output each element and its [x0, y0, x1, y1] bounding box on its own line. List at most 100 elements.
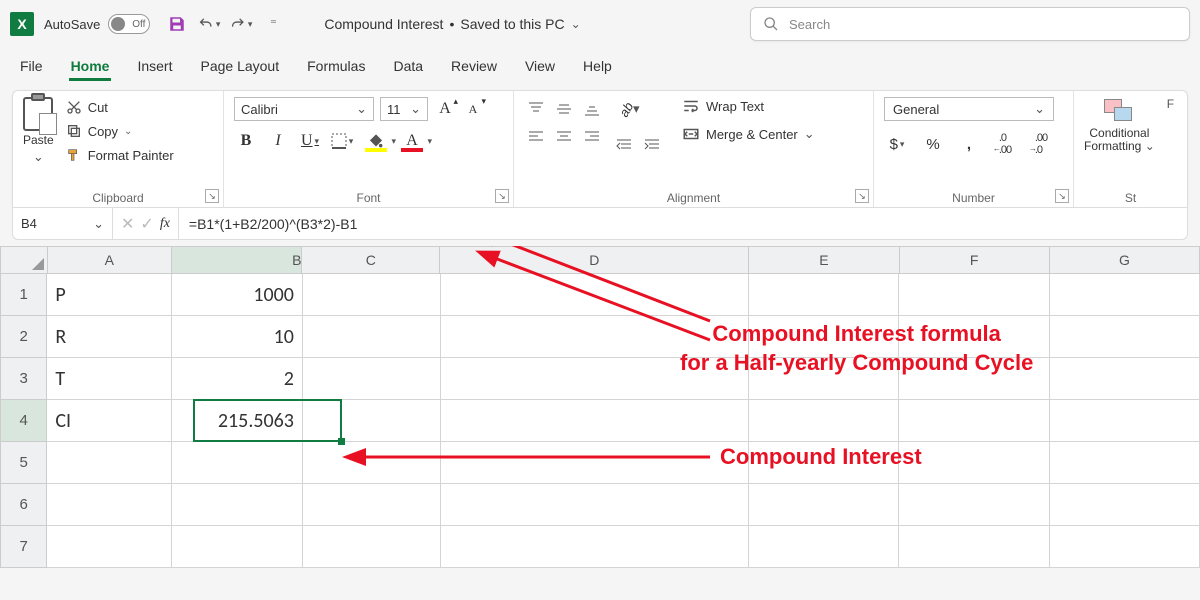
cell-A7[interactable] [47, 526, 171, 568]
cell-A2[interactable]: R [47, 316, 171, 358]
italic-button[interactable]: I [266, 129, 290, 153]
number-launcher[interactable]: ↘ [1055, 189, 1069, 203]
cell-D3[interactable] [441, 358, 748, 400]
font-name-dropdown[interactable]: Calibri⌄ [234, 97, 374, 121]
tab-view[interactable]: View [523, 52, 557, 84]
cell-F1[interactable] [899, 274, 1049, 316]
fill-color-button[interactable]: ▾ [362, 129, 390, 153]
row-header-3[interactable]: 3 [0, 358, 47, 400]
align-center-button[interactable] [552, 125, 576, 149]
cell-D2[interactable] [441, 316, 748, 358]
decrease-indent-button[interactable] [612, 133, 636, 157]
cell-G1[interactable] [1050, 274, 1200, 316]
cell-F7[interactable] [899, 526, 1049, 568]
select-all-corner[interactable] [0, 246, 48, 274]
format-painter-button[interactable]: Format Painter [62, 145, 178, 165]
cut-button[interactable]: Cut [62, 97, 178, 117]
paste-button[interactable]: Paste ⌄ [23, 97, 54, 165]
cell-C2[interactable] [303, 316, 441, 358]
cell-B1[interactable]: 1000 [172, 274, 303, 316]
cell-A1[interactable]: P [47, 274, 171, 316]
align-top-button[interactable] [524, 97, 548, 121]
cell-F2[interactable] [899, 316, 1049, 358]
underline-button[interactable]: U▾ [298, 129, 322, 153]
cell-A4[interactable]: CI [47, 400, 171, 442]
autosave-control[interactable]: AutoSave Off [44, 14, 150, 34]
col-header-F[interactable]: F [900, 246, 1050, 274]
qat-customize-button[interactable]: ⁼ [262, 13, 284, 35]
decrease-font-button[interactable]: A [462, 98, 484, 120]
cell-B6[interactable] [172, 484, 303, 526]
cell-D7[interactable] [441, 526, 748, 568]
redo-button[interactable]: ▾ [230, 13, 252, 35]
search-input[interactable]: Search [750, 7, 1190, 41]
comma-button[interactable]: , [956, 131, 982, 157]
tab-data[interactable]: Data [391, 52, 425, 84]
align-bottom-button[interactable] [580, 97, 604, 121]
col-header-A[interactable]: A [48, 246, 172, 274]
alignment-launcher[interactable]: ↘ [855, 189, 869, 203]
row-header-7[interactable]: 7 [0, 526, 47, 568]
col-header-C[interactable]: C [302, 246, 440, 274]
cell-A3[interactable]: T [47, 358, 171, 400]
cell-G4[interactable] [1050, 400, 1200, 442]
fill-handle[interactable] [338, 438, 345, 445]
tab-insert[interactable]: Insert [135, 52, 174, 84]
tab-home[interactable]: Home [69, 52, 112, 84]
cell-E4[interactable] [749, 400, 899, 442]
insert-function-button[interactable]: fx [160, 216, 170, 232]
font-size-dropdown[interactable]: 11⌄ [380, 97, 428, 121]
tab-page-layout[interactable]: Page Layout [198, 52, 281, 84]
cell-F3[interactable] [899, 358, 1049, 400]
font-launcher[interactable]: ↘ [495, 189, 509, 203]
document-title[interactable]: Compound Interest • Saved to this PC ⌄ [324, 16, 580, 32]
cell-F5[interactable] [899, 442, 1049, 484]
col-header-E[interactable]: E [749, 246, 899, 274]
conditional-formatting-button[interactable]: Conditional Formatting ⌄ [1084, 97, 1155, 153]
cell-E1[interactable] [749, 274, 899, 316]
tab-review[interactable]: Review [449, 52, 499, 84]
col-header-G[interactable]: G [1050, 246, 1200, 274]
undo-button[interactable]: ▾ [198, 13, 220, 35]
cell-C7[interactable] [303, 526, 441, 568]
wrap-text-button[interactable]: Wrap Text [682, 97, 815, 115]
tab-formulas[interactable]: Formulas [305, 52, 367, 84]
row-header-1[interactable]: 1 [0, 274, 47, 316]
merge-center-button[interactable]: Merge & Center⌄ [682, 125, 815, 143]
cell-E7[interactable] [749, 526, 899, 568]
clipboard-launcher[interactable]: ↘ [205, 189, 219, 203]
worksheet-grid[interactable]: A B C D E F G 1 P 1000 2 R 10 3 T 2 4 CI… [0, 246, 1200, 568]
cell-B7[interactable] [172, 526, 303, 568]
font-color-button[interactable]: A▾ [398, 129, 426, 153]
align-left-button[interactable] [524, 125, 548, 149]
cell-D1[interactable] [441, 274, 748, 316]
cell-B2[interactable]: 10 [172, 316, 303, 358]
name-box[interactable]: B4⌄ [13, 208, 113, 239]
decrease-decimal-button[interactable]: .00→.0 [1028, 131, 1054, 157]
cell-G5[interactable] [1050, 442, 1200, 484]
row-header-5[interactable]: 5 [0, 442, 47, 484]
row-header-4[interactable]: 4 [0, 400, 47, 442]
percent-button[interactable]: % [920, 131, 946, 157]
cell-G7[interactable] [1050, 526, 1200, 568]
save-button[interactable] [166, 13, 188, 35]
increase-font-button[interactable]: A [434, 98, 456, 120]
cell-F4[interactable] [899, 400, 1049, 442]
cell-D5[interactable] [441, 442, 748, 484]
cell-E3[interactable] [749, 358, 899, 400]
increase-indent-button[interactable] [640, 133, 664, 157]
cell-A5[interactable] [47, 442, 171, 484]
cell-F6[interactable] [899, 484, 1049, 526]
cell-B3[interactable]: 2 [172, 358, 303, 400]
cancel-formula-button[interactable]: ✕ [121, 214, 134, 234]
tab-help[interactable]: Help [581, 52, 614, 84]
row-header-6[interactable]: 6 [0, 484, 47, 526]
col-header-B[interactable]: B [172, 246, 303, 274]
align-middle-button[interactable] [552, 97, 576, 121]
increase-decimal-button[interactable]: .0←.00 [992, 131, 1018, 157]
currency-button[interactable]: $▾ [884, 131, 910, 157]
cell-C1[interactable] [303, 274, 441, 316]
autosave-toggle[interactable]: Off [108, 14, 150, 34]
cell-C5[interactable] [303, 442, 441, 484]
cell-E6[interactable] [749, 484, 899, 526]
